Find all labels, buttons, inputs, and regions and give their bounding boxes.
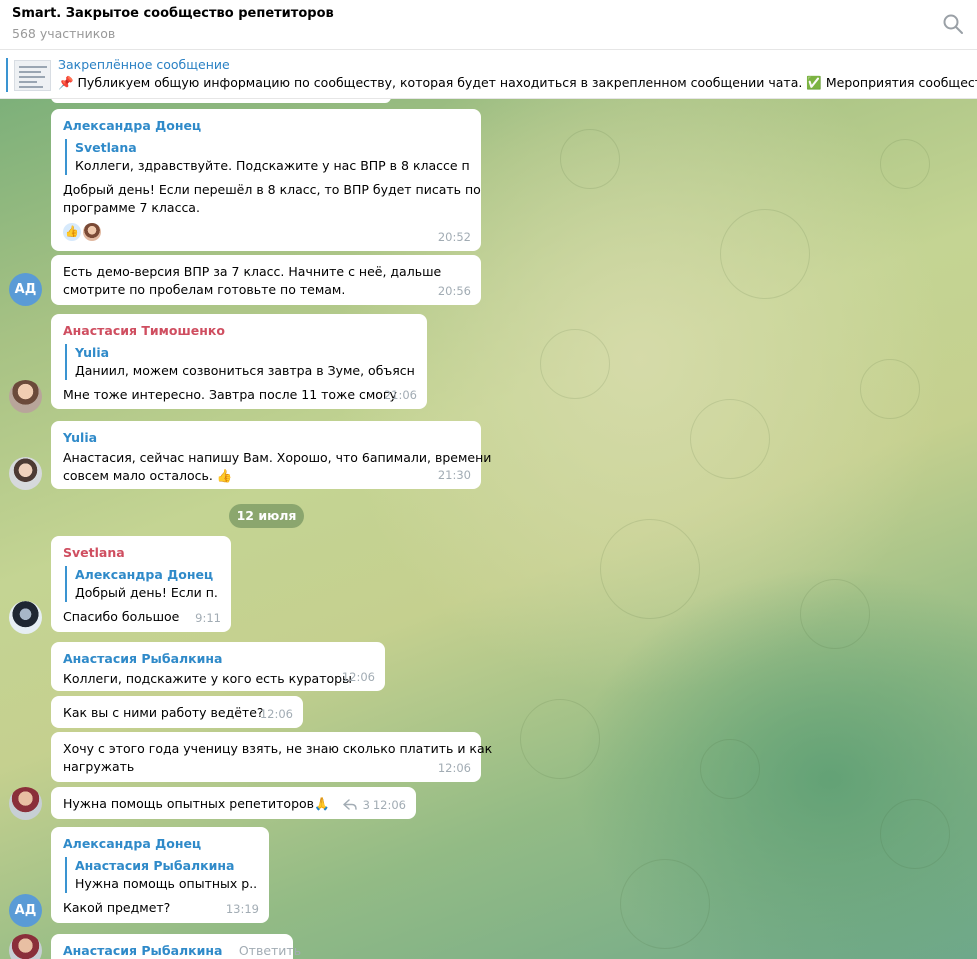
reactions: 👍: [63, 223, 469, 241]
message-bubble-partial: [51, 99, 391, 103]
message-time: 12:06: [259, 707, 293, 721]
chat-title[interactable]: Smart. Закрытое сообщество репетиторов: [12, 6, 334, 21]
avatar[interactable]: [9, 934, 42, 959]
avatar[interactable]: АД: [9, 894, 42, 927]
doodle: [620, 859, 710, 949]
sender-name[interactable]: Анастасия Рыбалкина Ответить: [63, 942, 301, 959]
pinned-thumbnail: [14, 60, 51, 91]
reply-arrow-icon: [342, 799, 357, 810]
avatar[interactable]: АД: [9, 273, 42, 306]
reply-text: Даниил, можем созвониться завтра в Зуме,…: [75, 363, 415, 378]
reply-text: Добрый день! Если п...: [75, 585, 219, 600]
reply-quote[interactable]: Yulia Даниил, можем созвониться завтра в…: [65, 344, 415, 380]
sender-name[interactable]: Анастасия Тимошенко: [63, 322, 415, 340]
reply-author: Yulia: [75, 345, 110, 360]
reply-quote[interactable]: Svetlana Коллеги, здравствуйте. Подскажи…: [65, 139, 469, 175]
avatar[interactable]: [9, 601, 42, 634]
sender-name[interactable]: Анастасия Рыбалкина: [63, 650, 373, 668]
message-text: совсем мало осталось. 👍: [63, 468, 233, 483]
doodle: [800, 579, 870, 649]
message-text: нагружать: [63, 759, 135, 774]
reaction-avatar: [83, 223, 101, 241]
message-text: программе 7 класса.: [63, 200, 200, 215]
doodle: [600, 519, 700, 619]
message-time: 12:06: [372, 798, 406, 812]
sender-name[interactable]: Александра Донец: [63, 117, 469, 135]
message-time: 21:30: [437, 468, 471, 482]
message-bubble[interactable]: Александра Донец Анастасия Рыбалкина Нуж…: [51, 827, 269, 923]
message-text: Коллеги, подскажите у кого есть кураторы: [63, 671, 352, 686]
message-bubble[interactable]: Есть демо-версия ВПР за 7 класс. Начните…: [51, 255, 481, 305]
pinned-title: Закреплённое сообщение: [58, 57, 230, 72]
message-time: 20:52: [437, 230, 471, 244]
sender-name-text[interactable]: Анастасия Рыбалкина: [63, 943, 222, 958]
pinned-accent-bar: [6, 58, 8, 92]
reply-author: Svetlana: [75, 140, 137, 155]
chat-area[interactable]: Александра Донец Svetlana Коллеги, здрав…: [0, 99, 977, 959]
message-bubble[interactable]: Александра Донец Svetlana Коллеги, здрав…: [51, 109, 481, 251]
message-text: Мне тоже интересно. Завтра после 11 тоже…: [63, 387, 397, 402]
member-count[interactable]: 568 участников: [12, 26, 115, 41]
doodle: [690, 399, 770, 479]
message-text: смотрите по пробелам готовьте по темам.: [63, 282, 346, 297]
message-text: Добрый день! Если перешёл в 8 класс, то …: [63, 182, 481, 197]
message-text-content: Нужна помощь опытных репетиторов🙏: [63, 796, 330, 811]
message-bubble[interactable]: Хочу с этого года ученицу взять, не знаю…: [51, 732, 493, 782]
message-bubble[interactable]: Svetlana Александра Донец Добрый день! Е…: [51, 536, 231, 632]
doodle: [540, 329, 610, 399]
doodle: [880, 799, 950, 869]
message-time: 12:06: [437, 761, 471, 775]
sender-name[interactable]: Yulia: [63, 429, 469, 447]
reply-quote[interactable]: Александра Донец Добрый день! Если п...: [65, 566, 219, 602]
sender-name[interactable]: Svetlana: [63, 544, 219, 562]
pinned-text: 📌 Публикуем общую информацию по сообщест…: [58, 75, 977, 90]
message-bubble[interactable]: Yulia Анастасия, сейчас напишу Вам. Хоро…: [51, 421, 492, 489]
chat-header: Smart. Закрытое сообщество репетиторов 5…: [0, 0, 977, 50]
sender-name[interactable]: Александра Донец: [63, 835, 257, 853]
reply-action[interactable]: Ответить: [239, 943, 301, 958]
message-text: Хочу с этого года ученицу взять, не знаю…: [63, 741, 493, 756]
reply-author: Анастасия Рыбалкина: [75, 858, 235, 873]
message-bubble[interactable]: Как вы с ними работу ведёте? 12:06: [51, 696, 303, 728]
message-time: 21:06: [383, 388, 417, 402]
avatar[interactable]: [9, 380, 42, 413]
pinned-message[interactable]: Закреплённое сообщение 📌 Публикуем общую…: [0, 51, 977, 99]
reply-text: Нужна помощь опытных р...: [75, 876, 257, 891]
doodle: [880, 139, 930, 189]
reply-quote[interactable]: Анастасия Рыбалкина Нужна помощь опытных…: [65, 857, 257, 893]
reply-text: Коллеги, здравствуйте. Подскажите у нас …: [75, 158, 469, 173]
reply-author: Александра Донец: [75, 567, 214, 582]
message-time: 13:19: [225, 902, 259, 916]
message-time: 12:06: [341, 670, 375, 684]
message-time: 20:56: [437, 284, 471, 298]
search-icon: [943, 14, 963, 34]
reaction-thumbs-up[interactable]: 👍: [63, 223, 81, 241]
search-button[interactable]: [941, 12, 965, 36]
message-text: Есть демо-версия ВПР за 7 класс. Начните…: [63, 264, 442, 279]
avatar[interactable]: [9, 787, 42, 820]
message-text: Как вы с ними работу ведёте?: [63, 705, 264, 720]
date-divider: 12 июля: [229, 504, 304, 528]
message-bubble[interactable]: Анастасия Тимошенко Yulia Даниил, можем …: [51, 314, 427, 409]
message-bubble[interactable]: Анастасия Рыбалкина Ответить: [51, 934, 301, 959]
message-bubble[interactable]: Нужна помощь опытных репетиторов🙏 12:06 …: [51, 787, 416, 819]
doodle: [860, 359, 920, 419]
doodle: [520, 699, 600, 779]
reply-count: 3: [362, 798, 370, 812]
doodle: [720, 209, 810, 299]
doodle: [560, 129, 620, 189]
avatar[interactable]: [9, 457, 42, 490]
doodle: [700, 739, 760, 799]
message-time: 9:11: [195, 611, 221, 625]
thread-replies[interactable]: 3: [342, 796, 370, 814]
message-bubble[interactable]: Анастасия Рыбалкина Коллеги, подскажите …: [51, 642, 385, 691]
message-text: Анастасия, сейчас напишу Вам. Хорошо, чт…: [63, 450, 492, 465]
